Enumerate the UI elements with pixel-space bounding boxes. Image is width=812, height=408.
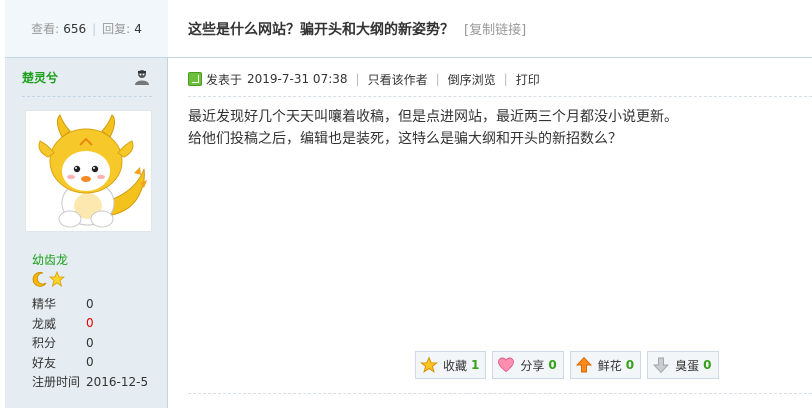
stat-value: 0 [86, 316, 94, 331]
rotten-egg-button[interactable]: 臭蛋 0 [647, 351, 719, 379]
share-label: 分享 [520, 358, 545, 373]
favorite-count: 1 [471, 358, 480, 372]
thread-title: 这些是什么网站？骗开头和大纲的新姿势？ [188, 21, 454, 38]
post-content: 最近发现好几个天天叫嚷着收稿，但是点进网站，最近两三个月都没小说更新。 给他们投… [188, 106, 678, 150]
stat-label: 好友 [32, 355, 57, 370]
author-header: 楚灵兮 [5, 58, 168, 96]
thread-stats: 查看: 656 | 回复: 4 [5, 0, 168, 58]
post-meta: 发表于 2019-7-31 07:38 | 只看该作者 | 倒序浏览 | 打印 [188, 69, 540, 89]
stat-row-register-date: 注册时间 2016-12-5 [32, 372, 148, 392]
online-status-icon [188, 72, 202, 86]
author-divider [22, 96, 152, 97]
stat-value: 0 [86, 296, 94, 311]
star-icon [420, 356, 438, 373]
only-author-link[interactable]: 只看该作者 [368, 71, 428, 88]
stat-label: 注册时间 [32, 375, 81, 390]
posted-prefix: 发表于 [206, 72, 243, 87]
stat-row-dragon-power: 龙威 0 [32, 314, 148, 334]
post-line: 给他们投稿之后，编辑也是装死，这特么是骗大纲和开头的新招数么？ [188, 131, 622, 147]
moon-icon [32, 272, 47, 287]
reverse-order-link[interactable]: 倒序浏览 [448, 71, 496, 88]
print-link[interactable]: 打印 [516, 71, 540, 88]
copy-link-button[interactable]: [复制链接] [464, 19, 526, 38]
flower-button[interactable]: 鲜花 0 [569, 351, 642, 379]
stat-row-friends: 好友 0 [32, 353, 148, 373]
views-label: 查看: [31, 22, 60, 36]
rotten-egg-count: 0 [703, 358, 712, 372]
arrow-up-icon [575, 356, 592, 373]
post-footer-divider [188, 393, 812, 394]
favorite-button[interactable]: 收藏 1 [415, 351, 487, 379]
post-divider [188, 96, 812, 97]
meta-separator: | [355, 72, 360, 86]
heart-icon [498, 357, 515, 373]
arrow-down-icon [653, 357, 670, 374]
post-line: 最近发现好几个天天叫嚷着收稿，但是点进网站，最近两三个月都没小说更新。 [188, 109, 678, 125]
stat-label: 龙威 [32, 316, 57, 331]
stat-label: 积分 [32, 336, 57, 351]
stat-value: 2016-12-5 [86, 374, 149, 389]
rank-medals [32, 271, 65, 287]
star-icon [49, 271, 65, 287]
stat-row-essence: 精华 0 [32, 294, 148, 314]
flower-count: 0 [625, 358, 635, 372]
post-actions: 收藏 1 分享 0 鲜花 0 臭蛋 0 [415, 351, 719, 379]
views-count: 656 [63, 21, 87, 36]
stat-row-points: 积分 0 [32, 333, 148, 353]
author-stats: 精华 0 龙威 0 积分 0 好友 0 注册时间 2016-12-5 [32, 294, 148, 392]
replies-label: 回复: [102, 22, 131, 36]
stat-value: 0 [86, 335, 94, 350]
favorite-label: 收藏 [443, 358, 468, 373]
rotten-egg-label: 臭蛋 [675, 358, 700, 373]
flower-label: 鲜花 [597, 358, 622, 373]
thread-header: 这些是什么网站？骗开头和大纲的新姿势？ [复制链接] [168, 0, 812, 58]
user-rank[interactable]: 幼齿龙 [32, 251, 68, 268]
replies-count: 4 [134, 21, 142, 36]
user-profile-icon[interactable] [133, 68, 151, 86]
author-name[interactable]: 楚灵兮 [22, 69, 58, 86]
meta-separator: | [503, 72, 508, 86]
meta-separator: | [435, 72, 440, 86]
avatar[interactable] [25, 110, 152, 232]
stats-separator: | [92, 21, 97, 36]
stat-value: 0 [86, 355, 94, 370]
stat-label: 精华 [32, 297, 57, 312]
share-button[interactable]: 分享 0 [492, 351, 564, 379]
posted-time: 2019-7-31 07:38 [247, 72, 348, 86]
author-panel: 查看: 656 | 回复: 4 楚灵兮 幼齿龙 精华 0 龙威 0 积分 0 好… [5, 0, 168, 408]
dragon-avatar-icon [38, 114, 147, 228]
share-count: 0 [548, 358, 557, 372]
